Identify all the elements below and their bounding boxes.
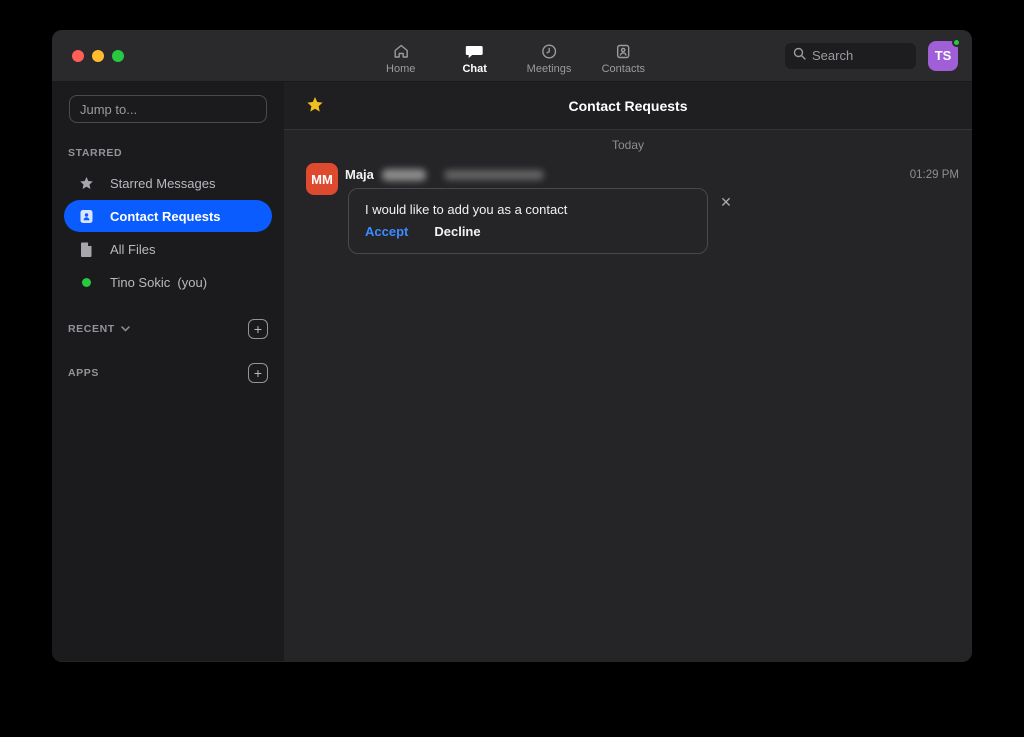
tab-label: Chat [462,63,486,75]
sidebar-item-self-chat[interactable]: Tino Sokic (you) [64,266,272,298]
tab-contacts[interactable]: Contacts [601,43,645,75]
chat-title: Contact Requests [284,82,972,129]
dismiss-request-button[interactable]: ✕ [716,192,736,212]
tab-label: Home [386,63,415,75]
presence-online-icon [76,277,96,288]
search-box[interactable] [785,43,916,69]
clock-icon [540,43,557,60]
sender-name-line: Maja [345,167,544,182]
tab-home[interactable]: Home [379,43,423,75]
contact-request-card: I would like to add you as a contact Acc… [348,188,708,254]
star-icon [76,176,96,191]
sender-avatar-initials: MM [311,172,333,187]
recent-section-header[interactable]: RECENT [68,323,130,335]
add-app-button[interactable]: + [248,363,268,383]
decline-button[interactable]: Decline [434,224,480,239]
chat-body: Today MM Maja 01:29 PM I would like to a… [284,130,972,661]
close-window-button[interactable] [72,50,84,62]
sidebar-item-starred-messages[interactable]: Starred Messages [64,167,272,199]
presence-dot [952,38,961,47]
chevron-down-icon [121,326,130,332]
sidebar-item-contact-requests[interactable]: Contact Requests [64,200,272,232]
zoom-app-window: Home Chat Meetings [52,30,972,662]
search-input[interactable] [812,48,908,63]
search-icon [793,47,806,65]
sidebar-item-label: Tino Sokic (you) [110,275,207,290]
date-divider: Today [284,138,972,152]
message-timestamp: 01:29 PM [910,169,959,181]
contact-card-icon [615,43,632,60]
add-recent-button[interactable]: + [248,319,268,339]
tab-label: Meetings [527,63,572,75]
titlebar: Home Chat Meetings [52,30,972,82]
chat-panel: Contact Requests Today MM Maja 01:29 PM … [284,82,972,661]
maximize-window-button[interactable] [112,50,124,62]
sidebar-item-label: Contact Requests [110,209,221,224]
request-message-text: I would like to add you as a contact [365,202,691,217]
sidebar-item-label: All Files [110,242,156,257]
sender-avatar[interactable]: MM [306,163,338,195]
tab-chat[interactable]: Chat [453,43,497,75]
sender-name: Maja [345,167,374,182]
redacted-email [444,170,544,180]
sidebar-item-label: Starred Messages [110,176,216,191]
apps-section-row: APPS + [68,358,268,388]
chat-header: Contact Requests [284,82,972,130]
contact-card-icon [76,209,96,224]
recent-section-row: RECENT + [68,314,268,344]
accept-button[interactable]: Accept [365,224,408,239]
minimize-window-button[interactable] [92,50,104,62]
user-avatar-initials: TS [935,48,952,63]
traffic-lights [72,50,124,62]
home-icon [392,43,409,60]
apps-section-header[interactable]: APPS [68,367,99,379]
redacted-last-name [382,169,426,181]
chat-icon [466,43,484,60]
tab-label: Contacts [602,63,645,75]
sidebar-item-all-files[interactable]: All Files [64,233,272,265]
sidebar: STARRED Starred Messages Cont [52,82,284,661]
main-tabs: Home Chat Meetings [379,30,646,81]
file-icon [76,242,96,257]
tab-meetings[interactable]: Meetings [527,43,572,75]
starred-section-header: STARRED [68,147,268,159]
user-avatar[interactable]: TS [928,41,958,71]
jump-to-input[interactable] [69,95,267,123]
